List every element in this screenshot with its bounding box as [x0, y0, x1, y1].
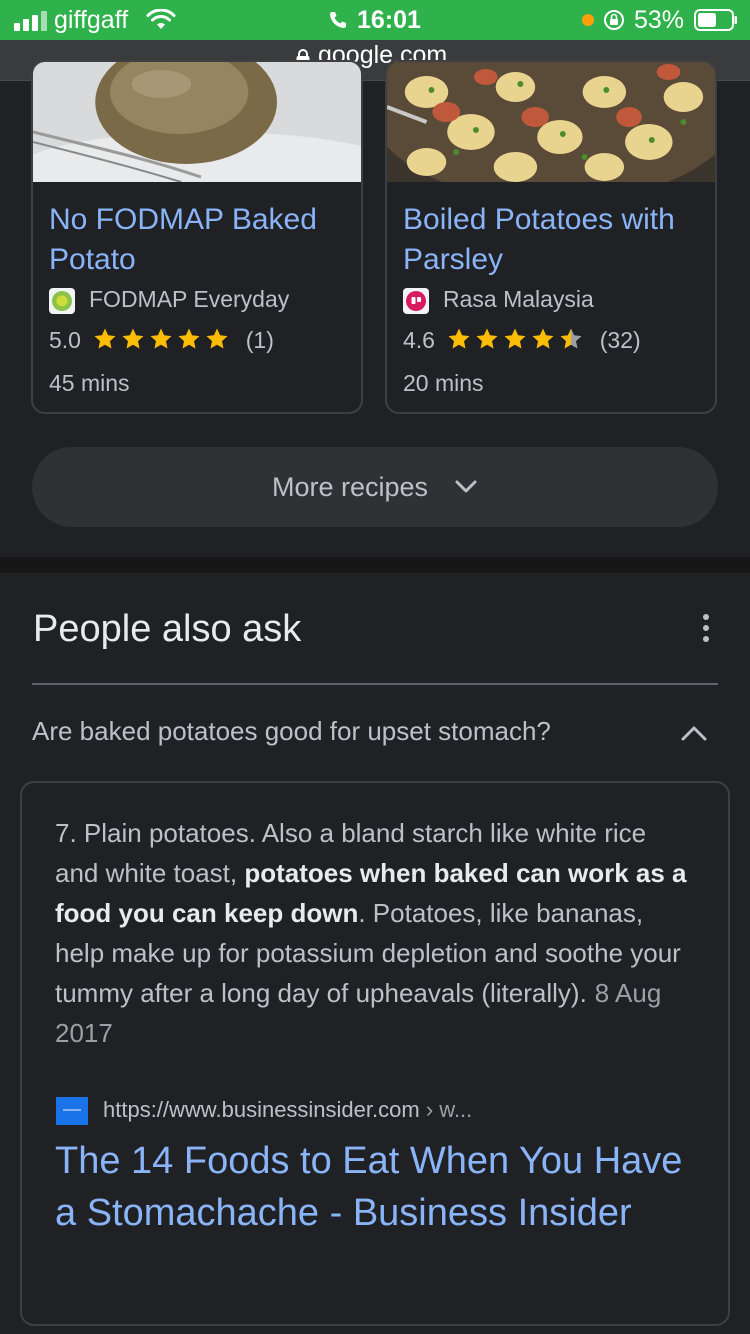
battery-percentage: 53% — [634, 6, 685, 34]
result-url[interactable]: https://www.businessinsider.com › w... — [103, 1097, 472, 1123]
star-icon — [448, 328, 470, 349]
result-url-text: https://www.businessinsider.com — [103, 1097, 420, 1122]
clock-time: 16:01 — [357, 6, 421, 34]
source-name: Rasa Malaysia — [443, 286, 594, 312]
people-also-ask-heading: People also ask — [33, 608, 302, 650]
business-insider-favicon-icon — [56, 1097, 88, 1125]
result-breadcrumb: › w... — [425, 1097, 473, 1122]
source-name: FODMAP Everyday — [89, 286, 290, 312]
star-icon — [504, 328, 526, 349]
rotation-lock-icon — [604, 10, 624, 30]
result-title-link[interactable]: The 14 Foods to Eat When You Have a Stom… — [55, 1135, 695, 1239]
paa-question[interactable]: Are baked potatoes good for upset stomac… — [32, 716, 551, 747]
status-bar: giffgaff 16:01 53% — [0, 0, 750, 40]
more-recipes-label: More recipes — [271, 471, 429, 502]
rating-value: 5.0 — [49, 327, 81, 353]
star-icon — [476, 328, 498, 349]
review-count: (32) — [599, 327, 641, 353]
wifi-icon — [146, 9, 176, 29]
battery-icon — [694, 9, 737, 31]
carrier-name: giffgaff — [54, 6, 129, 34]
cook-time: 20 mins — [403, 370, 484, 396]
star-icon — [560, 328, 582, 349]
signal-icon — [14, 11, 47, 31]
phone-icon — [330, 12, 346, 28]
rating-value: 4.6 — [403, 327, 435, 353]
more-recipes-button[interactable]: More recipes — [32, 447, 718, 527]
star-icon — [532, 328, 554, 349]
paa-answer-panel: 7. Plain potatoes. Also a bland starch l… — [20, 781, 730, 1326]
star-icon — [122, 328, 144, 349]
review-count: (1) — [245, 327, 274, 353]
fodmap-everyday-logo-icon — [49, 288, 75, 314]
recipe-image — [387, 62, 715, 182]
star-icon — [94, 328, 116, 349]
answer-snippet: 7. Plain potatoes. Also a bland starch l… — [55, 813, 695, 1053]
star-icon — [178, 328, 200, 349]
recipe-card[interactable]: No FODMAP Baked Potato FODMAP Everyday 5… — [31, 60, 363, 414]
rasa-malaysia-logo-icon — [403, 288, 429, 314]
star-rating — [447, 327, 587, 357]
star-icon — [206, 328, 228, 349]
star-icon — [150, 328, 172, 349]
privacy-indicator-dot — [582, 14, 594, 26]
section-separator — [0, 557, 750, 573]
cook-time: 45 mins — [49, 370, 130, 396]
rating-row: 5.0 (1) — [49, 327, 274, 357]
more-options-icon[interactable] — [694, 612, 718, 644]
recipe-title[interactable]: No FODMAP Baked Potato — [49, 200, 354, 280]
chevron-up-icon[interactable] — [680, 724, 708, 742]
star-rating — [93, 327, 233, 357]
divider — [32, 683, 718, 685]
rating-row: 4.6 (32) — [403, 327, 641, 357]
chevron-down-icon — [455, 480, 477, 493]
recipe-image — [33, 62, 361, 182]
recipe-title[interactable]: Boiled Potatoes with Parsley — [403, 200, 708, 280]
recipe-card[interactable]: Boiled Potatoes with Parsley Rasa Malays… — [385, 60, 717, 414]
